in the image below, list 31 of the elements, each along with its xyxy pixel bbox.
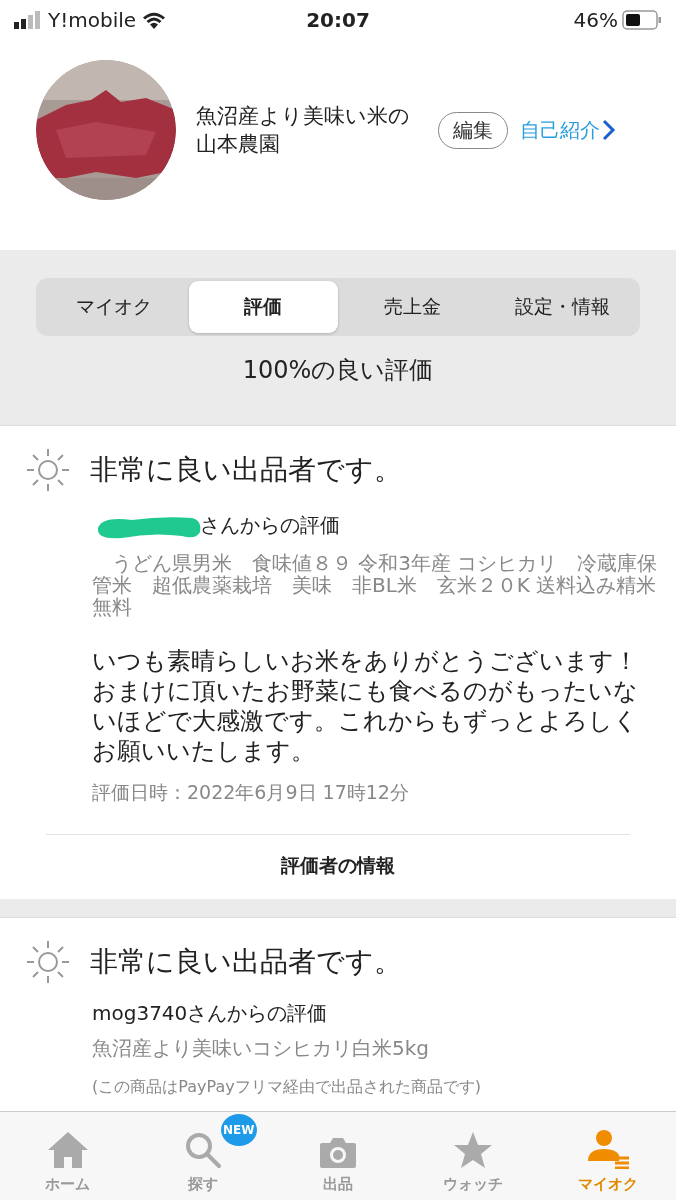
review-rating: 非常に良い出品者です。 (90, 452, 402, 488)
camera-icon (319, 1137, 357, 1169)
item-note: (この商品はPayPayフリマ経由で出品された商品です) (92, 1077, 482, 1098)
home-icon (46, 1131, 89, 1169)
edit-button[interactable]: 編集 (438, 111, 508, 149)
segment-tab[interactable]: 評価 (188, 281, 338, 333)
segment-tab[interactable]: 設定・情報 (487, 281, 637, 333)
shop-name: 魚沼産より美味い米の山本農園 (196, 103, 411, 158)
sun-icon (26, 448, 70, 492)
segment-tab[interactable]: マイオク (39, 281, 189, 333)
user-list-icon (586, 1129, 631, 1169)
signal-icon (14, 11, 42, 29)
star-icon (453, 1131, 494, 1169)
battery-icon (622, 10, 662, 30)
item-title: うどん県男米 食味値８９ 令和3年産 コシヒカリ 冷蔵庫保管米 超低農薬栽培 美味 非BL米 玄米２０K 送料込み精米無料 (92, 552, 659, 618)
item-title: 魚沼産より美味いコシヒカリ白米5kg (92, 1037, 430, 1059)
review-date: 評価日時：2022年6月9日 17時12分 (92, 780, 410, 805)
chevron-right-icon (602, 119, 616, 141)
battery-percent: 46% (573, 8, 618, 32)
new-badge: NEW (220, 1114, 257, 1146)
search-icon (183, 1131, 222, 1169)
sun-icon (26, 940, 70, 984)
review-comment: いつも素晴らしいお米をありがとうございます！おまけに頂いたお野菜にも食べるのがもったいないほどで大感激です。これからもずっとよろしくお願いいたします。 (92, 646, 639, 766)
carrier-name: Y!mobile (48, 8, 137, 32)
wifi-icon (142, 11, 167, 29)
status-time: 20:07 (306, 8, 370, 32)
reviewer-name: mog3740さんからの評価 (92, 1000, 328, 1027)
segment-tab[interactable]: 売上金 (338, 281, 488, 333)
rating-summary: 100%の良い評価 (242, 355, 434, 386)
review-rating: 非常に良い出品者です。 (90, 944, 402, 980)
reviewer-name: さんからの評価 (200, 511, 340, 539)
